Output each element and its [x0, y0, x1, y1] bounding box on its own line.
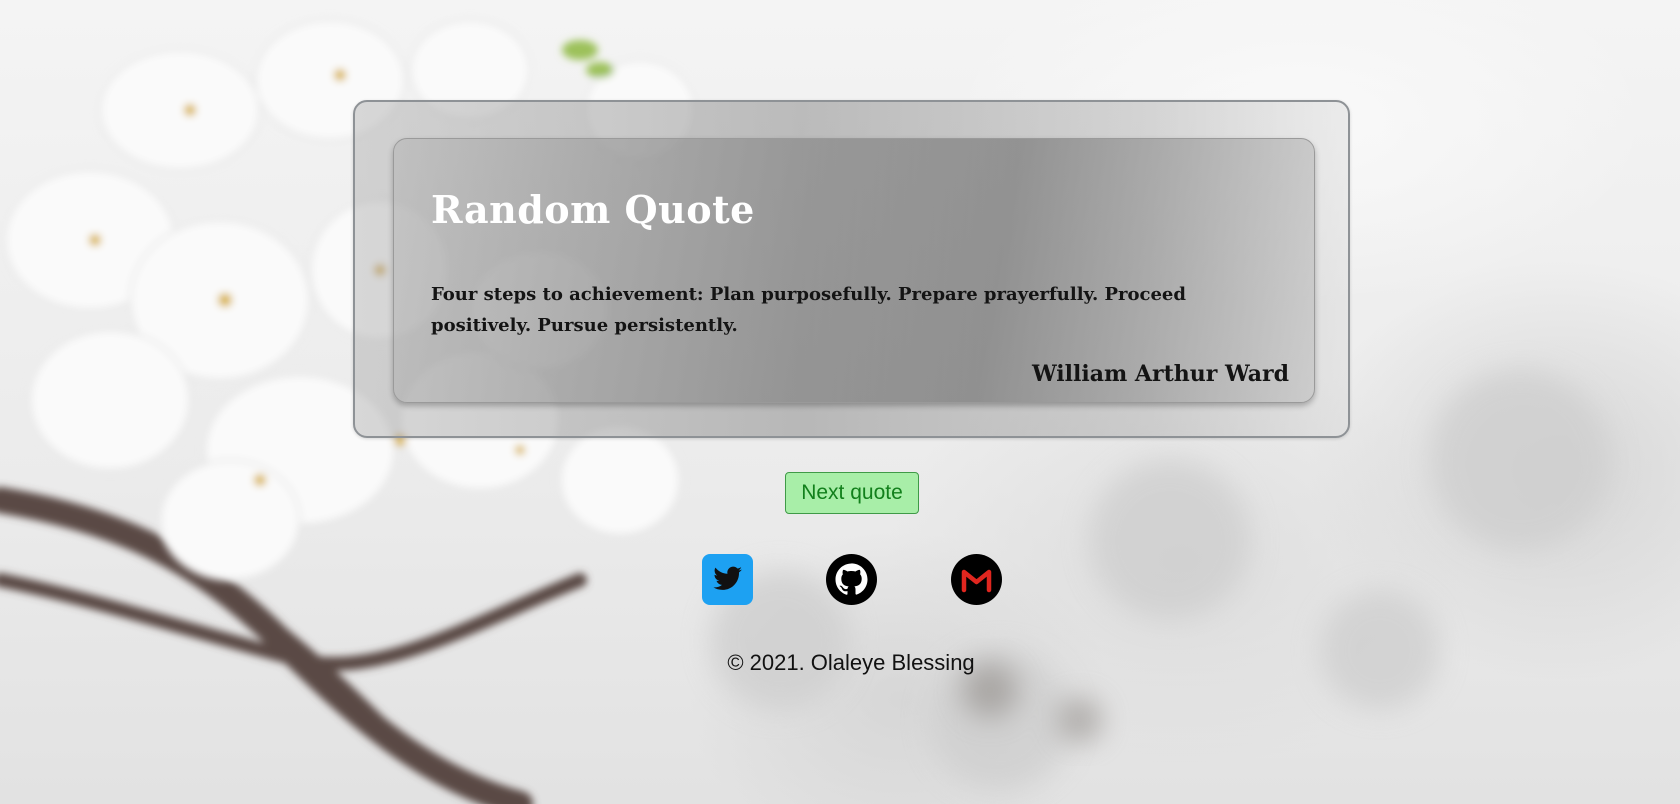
copyright-text: © 2021. Olaleye Blessing — [727, 650, 975, 675]
quote-text: Four steps to achievement: Plan purposef… — [431, 284, 1186, 336]
next-quote-button[interactable]: Next quote — [785, 472, 919, 514]
quote-card: Random Quote Four steps to achievement: … — [393, 138, 1315, 403]
twitter-icon — [702, 554, 753, 605]
github-icon — [826, 554, 877, 605]
quote-panel: Random Quote Four steps to achievement: … — [353, 100, 1350, 438]
footer: © 2021. Olaleye Blessing — [0, 650, 1680, 676]
gmail-link[interactable] — [951, 554, 1002, 605]
twitter-link[interactable] — [702, 554, 753, 605]
github-link[interactable] — [826, 554, 877, 605]
quote-title: Random Quote — [431, 187, 755, 232]
quote-author: William Arthur Ward — [1031, 361, 1289, 387]
gmail-icon — [951, 554, 1002, 605]
